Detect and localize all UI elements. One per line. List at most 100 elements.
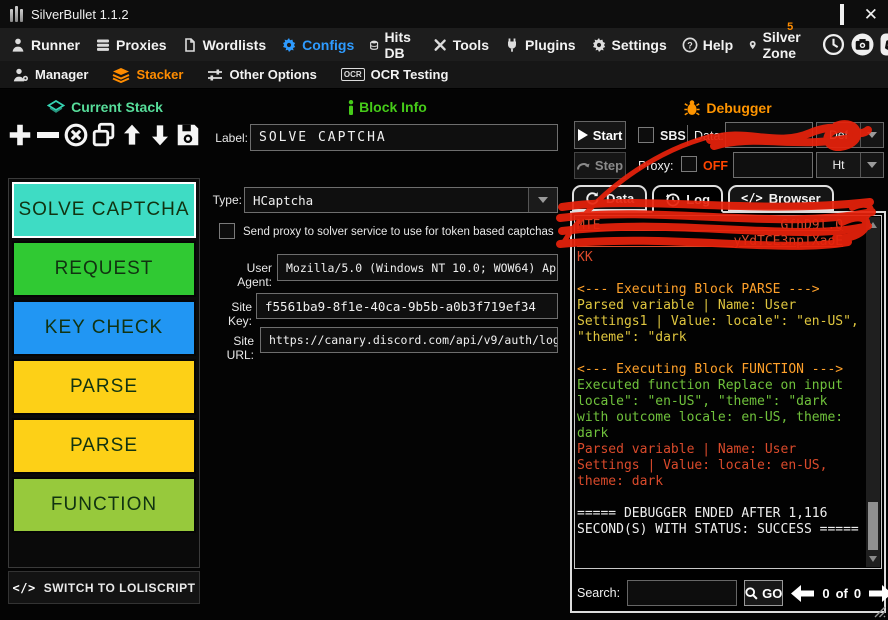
refresh-icon bbox=[585, 191, 600, 206]
menu-item-wordlists[interactable]: Wordlists bbox=[182, 37, 267, 53]
step-arrow-icon bbox=[577, 160, 590, 171]
tab-data[interactable]: Data bbox=[572, 185, 647, 211]
stack-panel: SOLVE CAPTCHA REQUEST KEY CHECK PARSE PA… bbox=[8, 178, 200, 568]
stack-block-request[interactable]: REQUEST bbox=[12, 241, 196, 297]
add-block-icon[interactable] bbox=[6, 118, 34, 152]
scroll-down-icon[interactable] bbox=[869, 556, 877, 562]
main-menu: Runner Proxies Wordlists Configs Hits DB… bbox=[0, 28, 888, 61]
stack-block-key-check[interactable]: KEY CHECK bbox=[12, 300, 196, 356]
camera-icon[interactable] bbox=[851, 33, 874, 56]
scroll-up-icon[interactable] bbox=[869, 222, 877, 228]
other-options-icon bbox=[207, 67, 223, 83]
clear-stack-icon[interactable] bbox=[62, 118, 90, 152]
ocr-icon: OCR bbox=[341, 68, 365, 81]
app-logo-icon bbox=[10, 6, 23, 22]
stack-block-parse-1[interactable]: PARSE bbox=[12, 359, 196, 415]
runner-icon bbox=[10, 37, 26, 53]
close-button[interactable]: ✕ bbox=[864, 7, 878, 22]
start-button[interactable]: Start bbox=[574, 121, 626, 149]
discord-icon[interactable] bbox=[880, 33, 888, 56]
submenu-item-stacker[interactable]: Stacker bbox=[112, 67, 183, 83]
menu-item-silver-zone[interactable]: Silver Zone 5 bbox=[748, 29, 807, 61]
duplicate-block-icon[interactable] bbox=[90, 118, 118, 152]
prev-result-icon[interactable] bbox=[790, 584, 815, 603]
info-icon bbox=[348, 100, 354, 115]
menu-item-plugins[interactable]: Plugins bbox=[504, 37, 576, 53]
site-url-caption: Site URL: bbox=[208, 334, 254, 362]
proxies-icon bbox=[95, 37, 111, 53]
log-scrollbar[interactable] bbox=[866, 217, 880, 567]
stack-block-function[interactable]: FUNCTION bbox=[12, 477, 196, 533]
remove-block-icon[interactable] bbox=[34, 118, 62, 152]
search-go-button[interactable]: GO bbox=[744, 580, 783, 606]
layers-diamond-icon bbox=[47, 100, 65, 114]
tab-log[interactable]: Log bbox=[652, 185, 723, 213]
log-search-bar: Search: GO 0 of 0 bbox=[574, 577, 882, 609]
user-agent-caption: User Agent: bbox=[210, 261, 272, 289]
menu-item-settings[interactable]: Settings bbox=[591, 37, 667, 53]
move-up-icon[interactable] bbox=[118, 118, 146, 152]
tab-browser[interactable]: </> Browser bbox=[728, 185, 834, 211]
sbs-label: SBS bbox=[660, 129, 686, 143]
save-config-icon[interactable] bbox=[174, 118, 202, 152]
move-down-icon[interactable] bbox=[146, 118, 174, 152]
proxy-type-combo[interactable]: Ht bbox=[816, 152, 884, 178]
help-icon: ? bbox=[682, 37, 698, 53]
send-proxy-checkbox[interactable] bbox=[219, 223, 235, 239]
search-label: Search: bbox=[577, 586, 620, 600]
stack-toolbar bbox=[6, 116, 206, 154]
menu-item-configs[interactable]: Configs bbox=[281, 37, 354, 53]
switch-to-loliscript-button[interactable]: </> SWITCH TO LOLISCRIPT bbox=[8, 571, 200, 604]
hits-db-icon bbox=[369, 37, 379, 53]
send-proxy-label: Send proxy to solver service to use for … bbox=[243, 226, 554, 238]
next-result-icon[interactable] bbox=[868, 584, 888, 603]
menu-item-help[interactable]: ? Help bbox=[682, 37, 733, 53]
menu-item-runner[interactable]: Runner bbox=[10, 37, 80, 53]
resize-grip[interactable] bbox=[873, 605, 886, 618]
silverbullet-window: SilverBullet 1.1.2 ✕ Runner Proxies Word… bbox=[0, 0, 888, 620]
stack-block-parse-2[interactable]: PARSE bbox=[12, 418, 196, 474]
proxy-label: Proxy: bbox=[638, 159, 673, 173]
step-button[interactable]: Step bbox=[574, 152, 626, 179]
submenu-item-other-options[interactable]: Other Options bbox=[207, 67, 316, 83]
site-key-input[interactable]: f5561ba9-8f1e-40ca-9b5b-a0b3f719ef34 bbox=[256, 293, 558, 319]
menu-item-tools[interactable]: Tools bbox=[432, 37, 489, 53]
submenu-item-manager[interactable]: Manager bbox=[12, 67, 88, 83]
site-url-input[interactable]: https://canary.discord.com/api/v9/auth/l… bbox=[260, 327, 558, 353]
type-caption: Type: bbox=[212, 193, 242, 207]
code-icon: </> bbox=[13, 581, 36, 595]
sbs-checkbox[interactable] bbox=[638, 127, 654, 143]
type-select[interactable]: HCaptcha bbox=[244, 187, 558, 213]
user-agent-input[interactable]: Mozilla/5.0 (Windows NT 10.0; WOW64) App… bbox=[277, 254, 558, 281]
site-key-caption: Site Key: bbox=[208, 300, 252, 328]
window-title: SilverBullet 1.1.2 bbox=[31, 7, 129, 22]
maximize-button[interactable] bbox=[840, 7, 844, 22]
submenu-item-ocr-testing[interactable]: OCR OCR Testing bbox=[341, 67, 449, 82]
manager-icon bbox=[12, 67, 29, 83]
proxy-input[interactable] bbox=[733, 152, 813, 178]
plugins-icon bbox=[504, 37, 520, 53]
data-input[interactable] bbox=[725, 122, 813, 148]
code-icon: </> bbox=[741, 191, 763, 205]
history-clock-icon bbox=[665, 192, 680, 207]
menu-item-proxies[interactable]: Proxies bbox=[95, 37, 167, 53]
scrollbar-thumb[interactable] bbox=[868, 502, 878, 550]
configs-icon bbox=[281, 37, 297, 53]
menu-item-hits-db[interactable]: Hits DB bbox=[369, 29, 416, 61]
history-icon[interactable] bbox=[822, 33, 845, 56]
block-info-header: Block Info bbox=[215, 99, 560, 115]
type-dropdown-arrow[interactable] bbox=[528, 188, 557, 212]
stacker-icon bbox=[112, 67, 130, 83]
settings-icon bbox=[591, 37, 607, 53]
divider bbox=[687, 125, 688, 145]
stack-block-solve-captcha[interactable]: SOLVE CAPTCHA bbox=[12, 182, 196, 238]
data-type-combo[interactable]: Def bbox=[816, 122, 884, 148]
data-type-dropdown-arrow[interactable] bbox=[860, 123, 883, 147]
play-icon bbox=[578, 129, 588, 141]
wordlists-icon bbox=[182, 37, 198, 53]
config-sub-menu: Manager Stacker Other Options OCR OCR Te… bbox=[0, 61, 888, 89]
search-input[interactable] bbox=[627, 580, 737, 606]
proxy-checkbox[interactable] bbox=[681, 156, 697, 172]
proxy-type-dropdown-arrow[interactable] bbox=[860, 153, 883, 177]
label-input[interactable]: SOLVE CAPTCHA bbox=[250, 124, 558, 151]
